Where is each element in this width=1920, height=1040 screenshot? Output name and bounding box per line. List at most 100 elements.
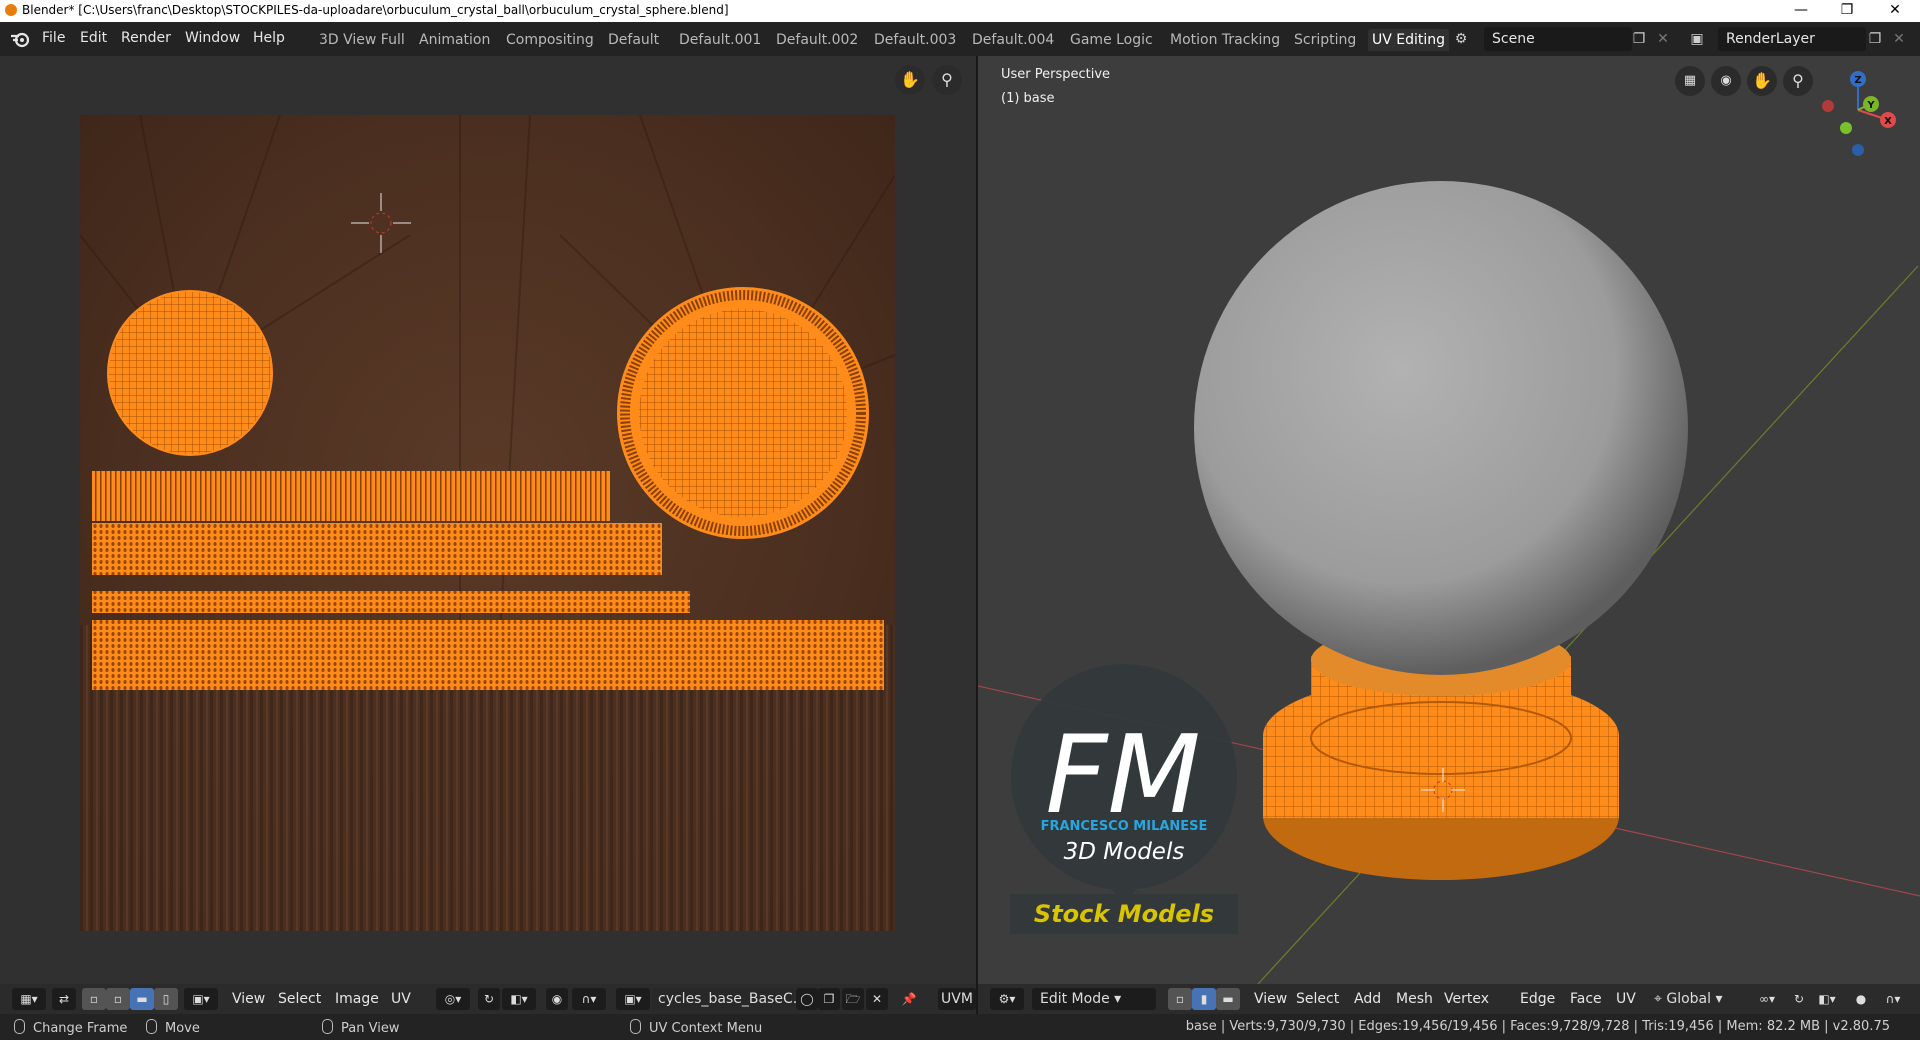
tab-default[interactable]: Default [604, 29, 663, 51]
uv-menu-view[interactable]: View [232, 991, 265, 1007]
new-scene-icon[interactable]: ❐ [1628, 28, 1650, 50]
vp-menu-mesh[interactable]: Mesh [1396, 991, 1433, 1007]
tab-animation[interactable]: Animation [415, 29, 494, 51]
uv-image-canvas[interactable] [80, 115, 895, 931]
tab-3d-view-full[interactable]: 3D View Full [315, 29, 409, 51]
vertex-select-icon[interactable]: ▫ [82, 988, 106, 1010]
island-select-icon[interactable]: ▯ [154, 988, 178, 1010]
status-uv-context-label: UV Context Menu [649, 1021, 763, 1036]
fake-user-icon[interactable]: ◯ [796, 988, 818, 1010]
scene-selector-icon[interactable]: ⚙ [1450, 28, 1472, 50]
editor-type-icon[interactable]: ▦▾ [12, 988, 46, 1010]
tab-default-002[interactable]: Default.002 [772, 29, 862, 51]
status-bar: Change Frame Move Pan View UV Context Me… [0, 1014, 1920, 1040]
menu-window[interactable]: Window [185, 30, 240, 46]
window-title: Blender* [C:\Users\franc\Desktop\STOCKPI… [22, 3, 729, 17]
orientation-selector[interactable]: ⌖ Global ▾ [1648, 988, 1752, 1010]
3d-viewport[interactable]: User Perspective (1) base ▦ ◉ ✋ ⚲ Z X Y [978, 56, 1920, 992]
pin-image-icon[interactable]: 📌 [898, 988, 920, 1010]
tab-default-003[interactable]: Default.003 [870, 29, 960, 51]
uv-menu-select[interactable]: Select [278, 991, 321, 1007]
vp-menu-face[interactable]: Face [1570, 991, 1602, 1007]
tab-compositing[interactable]: Compositing [502, 29, 598, 51]
mesh-face-mode-icon[interactable]: ▬ [1216, 988, 1240, 1010]
open-image-icon[interactable]: 🗁 [842, 988, 864, 1010]
vp-menu-view[interactable]: View [1254, 991, 1287, 1007]
tab-default-001[interactable]: Default.001 [675, 29, 765, 51]
unlink-image-icon[interactable]: ✕ [866, 988, 888, 1010]
status-change-frame-label: Change Frame [33, 1021, 128, 1036]
window-titlebar: Blender* [C:\Users\franc\Desktop\STOCKPI… [0, 0, 1920, 22]
image-browse-icon[interactable]: ▣▾ [616, 988, 650, 1010]
edge-select-icon[interactable]: ▫ [106, 988, 130, 1010]
status-pan-view-label: Pan View [341, 1021, 400, 1036]
vp-proportional-icon[interactable]: ● [1850, 988, 1872, 1010]
image-name-field[interactable]: cycles_base_BaseC... [652, 988, 806, 1010]
tab-uv-editing[interactable]: UV Editing [1368, 29, 1450, 51]
mode-selector[interactable]: Edit Mode ▾ [1032, 988, 1156, 1010]
zoom-icon[interactable]: ⚲ [932, 65, 962, 95]
render-layer-field[interactable]: RenderLayer [1718, 27, 1866, 51]
sticky-select-icon[interactable]: ▣▾ [184, 988, 218, 1010]
vp-menu-select[interactable]: Select [1296, 991, 1339, 1007]
vp-menu-edge[interactable]: Edge [1520, 991, 1555, 1007]
watermark-line1: FRANCESCO MILANESE [1041, 819, 1208, 834]
remove-layer-icon[interactable]: ✕ [1888, 28, 1910, 50]
mode-label: Edit Mode [1040, 991, 1110, 1007]
uv-island-strip-2 [92, 523, 662, 575]
new-image-icon[interactable]: ❐ [818, 988, 840, 1010]
vp-menu-vertex[interactable]: Vertex [1444, 991, 1489, 1007]
menu-edit[interactable]: Edit [80, 30, 107, 46]
menu-render[interactable]: Render [121, 30, 171, 46]
sync-selection-icon[interactable]: ⇄ [52, 988, 76, 1010]
pivot-point-icon[interactable]: ◎▾ [436, 988, 470, 1010]
restore-button[interactable]: ❐ [1824, 0, 1870, 22]
minimize-button[interactable]: — [1778, 0, 1824, 22]
new-layer-icon[interactable]: ❐ [1864, 28, 1886, 50]
pan-view-icon[interactable]: ✋ [895, 65, 925, 95]
watermark-banner: Stock Models [1034, 900, 1214, 928]
uv-island-sphere-core [639, 309, 847, 517]
face-select-icon[interactable]: ▬ [130, 988, 154, 1010]
close-window-button[interactable]: ✕ [1872, 0, 1918, 22]
mouse-left-icon [14, 1019, 25, 1034]
vp-snap-icon[interactable]: ↻ [1788, 988, 1810, 1010]
uv-island-sphere-small [107, 290, 273, 456]
menu-help[interactable]: Help [253, 30, 285, 46]
top-bar: File Edit Render Window Help 3D View Ful… [0, 22, 1920, 56]
blender-menu-icon[interactable] [10, 30, 30, 48]
uv-menu-image[interactable]: Image [335, 991, 379, 1007]
falloff-icon[interactable]: ∩▾ [572, 988, 606, 1010]
uv-menu-uv[interactable]: UV [391, 991, 411, 1007]
uv-island-strip-4 [92, 620, 884, 690]
snap-mode-icon[interactable]: ◧▾ [502, 988, 536, 1010]
snap-icon[interactable]: ↻ [478, 988, 500, 1010]
tab-default-004[interactable]: Default.004 [968, 29, 1058, 51]
crystal-sphere [1194, 181, 1688, 675]
vp-pivot-icon[interactable]: ∞▾ [1750, 988, 1784, 1010]
uv-island-strip-1 [92, 471, 610, 521]
scene-field[interactable]: Scene [1484, 27, 1632, 51]
viewport-editor-type-icon[interactable]: ⚙▾ [990, 988, 1024, 1010]
remove-scene-icon[interactable]: ✕ [1652, 28, 1674, 50]
tab-game-logic[interactable]: Game Logic [1066, 29, 1157, 51]
vp-snap-mode-icon[interactable]: ◧▾ [1810, 988, 1844, 1010]
vp-falloff-icon[interactable]: ∩▾ [1876, 988, 1910, 1010]
vp-menu-uv[interactable]: UV [1616, 991, 1636, 1007]
mesh-vertex-mode-icon[interactable]: ▫ [1168, 988, 1192, 1010]
tab-scripting[interactable]: Scripting [1290, 29, 1360, 51]
vp-menu-add[interactable]: Add [1354, 991, 1381, 1007]
uvmap-field[interactable]: UVM [938, 988, 976, 1010]
proportional-edit-icon[interactable]: ◉ [546, 988, 568, 1010]
uv-editor-header: ▦▾ ⇄ ▫ ▫ ▬ ▯ ▣▾ View Select Image UV ◎▾ … [0, 984, 976, 1014]
status-uv-context: UV Context Menu [630, 1019, 762, 1036]
view-layer-icon[interactable]: ▣ [1686, 28, 1708, 50]
blender-logo-icon [5, 4, 17, 16]
mouse-middle-drag-icon [322, 1019, 333, 1034]
mouse-right-icon [630, 1019, 641, 1034]
uv-island-strip-3 [92, 591, 690, 613]
menu-file[interactable]: File [42, 30, 65, 46]
mesh-edge-mode-icon[interactable]: ▮ [1192, 988, 1216, 1010]
tab-motion-tracking[interactable]: Motion Tracking [1166, 29, 1284, 51]
watermark-line2: 3D Models [1064, 839, 1185, 865]
